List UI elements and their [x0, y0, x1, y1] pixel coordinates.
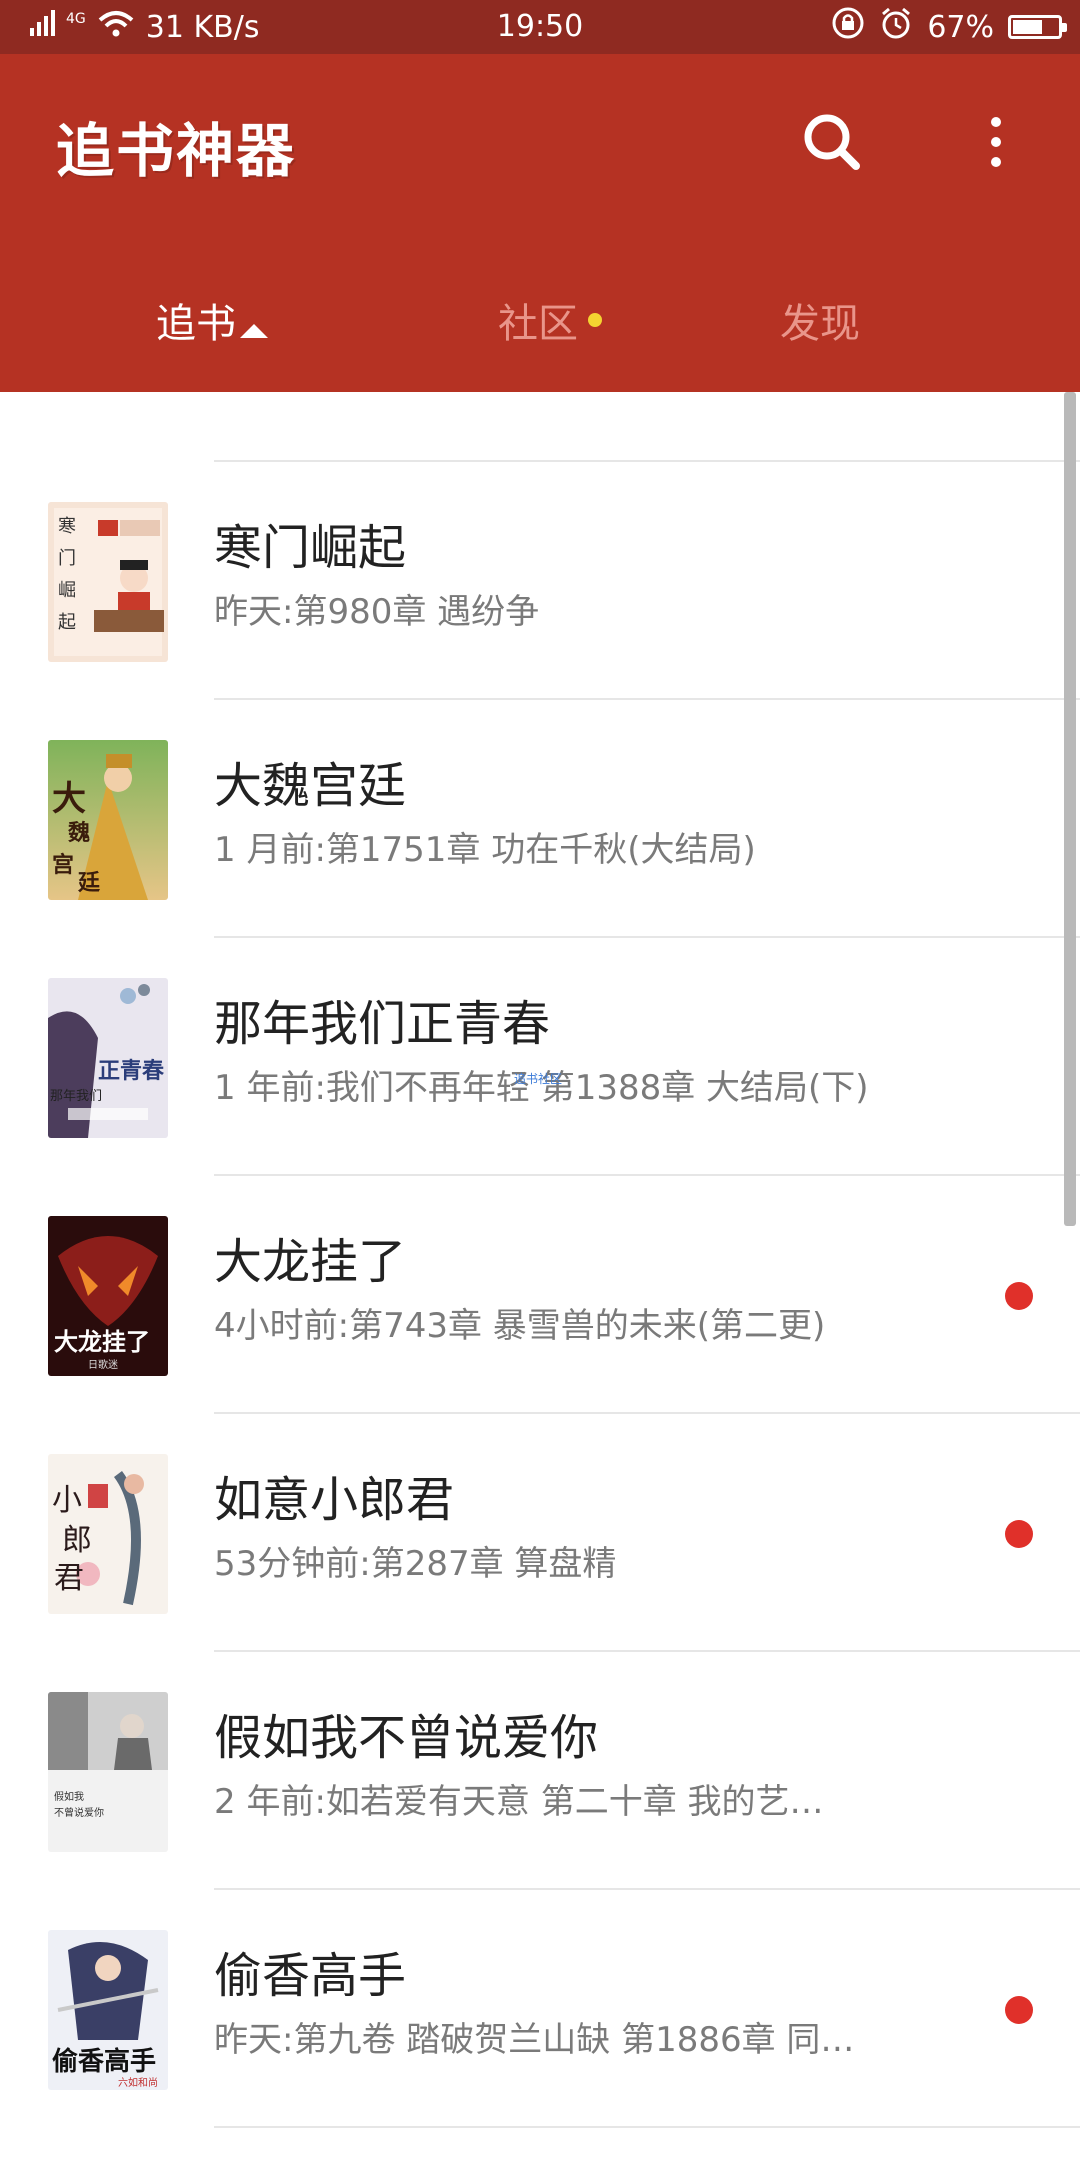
book-cover: 大 魏 宫 廷: [48, 740, 168, 900]
book-latest-chapter: 4小时前:第743章 暴雪兽的未来(第二更): [214, 1306, 826, 1346]
book-title: 寒门崛起: [214, 520, 407, 576]
book-cover: 大龙挂了 日歌迷: [48, 1216, 168, 1376]
tab-bar: 追书 社区 发现: [0, 284, 1080, 384]
book-title: 大龙挂了: [214, 1234, 407, 1290]
svg-text:廷: 廷: [77, 871, 101, 896]
unread-indicator: [1005, 1282, 1033, 1310]
book-title: 那年我们正青春: [214, 996, 551, 1052]
svg-text:那年我们: 那年我们: [50, 1089, 102, 1104]
battery-percent: 67%: [927, 9, 994, 45]
alarm-icon: [879, 6, 913, 48]
book-latest-chapter: 昨天:第980章 遇纷争: [214, 592, 540, 632]
status-bar: 4G 31 KB/s 19:50 67%: [0, 0, 1080, 54]
book-row[interactable]: 偷香高手 六如和尚 偷香高手 昨天:第九卷 踏破贺兰山缺 第1886章 同…: [0, 1890, 1080, 2128]
svg-text:郎: 郎: [62, 1523, 92, 1558]
book-cover: 正青春 那年我们: [48, 978, 168, 1138]
svg-text:日歌迷: 日歌迷: [88, 1358, 118, 1371]
divider: [214, 2126, 1080, 2128]
battery-icon: [1008, 15, 1067, 39]
tab-label: 追书: [156, 301, 236, 347]
svg-text:宫: 宫: [52, 852, 74, 878]
svg-text:不曾说爱你: 不曾说爱你: [54, 1806, 104, 1819]
status-right: 67%: [831, 6, 1067, 48]
search-icon: [796, 114, 868, 182]
book-title: 如意小郎君: [214, 1472, 455, 1528]
watermark: 追书社区: [514, 1072, 563, 1086]
search-button[interactable]: [796, 106, 868, 178]
book-latest-chapter: 2 年前:如若爱有天意 第二十章 我的艺…: [214, 1782, 824, 1822]
book-list[interactable]: 寒 门 崛 起 寒门崛起 昨天:第980章 遇纷争 大 魏 宫 廷 大魏宫廷 1…: [0, 392, 1080, 2160]
svg-text:小: 小: [52, 1483, 82, 1518]
book-row[interactable]: 小 郎 君 如意小郎君 53分钟前:第287章 算盘精: [0, 1414, 1080, 1652]
tab-community[interactable]: 社区: [430, 284, 670, 364]
svg-text:起: 起: [58, 612, 76, 633]
app-title: 追书神器: [56, 117, 297, 185]
tab-label: 社区: [498, 301, 578, 347]
book-row[interactable]: 假如我 不曾说爱你 假如我不曾说爱你 2 年前:如若爱有天意 第二十章 我的艺…: [0, 1652, 1080, 1890]
tab-label: 发现: [780, 301, 860, 347]
svg-text:偷香高手: 偷香高手: [52, 2046, 156, 2077]
unread-indicator: [1005, 1520, 1033, 1548]
book-row[interactable]: 正青春 那年我们 那年我们正青春 1 年前:我们不再年轻 第1388章 大结局(…: [0, 938, 1080, 1176]
svg-text:大龙挂了: 大龙挂了: [54, 1328, 150, 1356]
rotation-lock-icon: [831, 6, 865, 48]
book-latest-chapter: 53分钟前:第287章 算盘精: [214, 1544, 617, 1584]
unread-indicator: [1005, 1996, 1033, 2024]
svg-text:正青春: 正青春: [98, 1059, 164, 1084]
scrollbar[interactable]: [1064, 392, 1076, 1226]
svg-text:门: 门: [58, 548, 76, 569]
svg-text:大: 大: [52, 779, 86, 819]
book-row[interactable]: 大龙挂了 日歌迷 大龙挂了 4小时前:第743章 暴雪兽的未来(第二更): [0, 1176, 1080, 1414]
battery-fill: [1013, 20, 1042, 34]
book-title: 假如我不曾说爱你: [214, 1710, 599, 1766]
book-latest-chapter: 1 月前:第1751章 功在千秋(大结局): [214, 830, 756, 870]
more-options-button[interactable]: [966, 106, 1026, 178]
book-row[interactable]: 大 魏 宫 廷 大魏宫廷 1 月前:第1751章 功在千秋(大结局): [0, 700, 1080, 938]
svg-text:六如和尚: 六如和尚: [118, 2076, 158, 2089]
app-bar: 追书神器 追书 社区 发现: [0, 54, 1080, 392]
book-row[interactable]: 寒 门 崛 起 寒门崛起 昨天:第980章 遇纷争: [0, 462, 1080, 700]
more-vertical-icon: [966, 117, 1026, 182]
active-tab-indicator: [240, 324, 268, 338]
book-title: 大魏宫廷: [214, 758, 407, 814]
book-latest-chapter: 昨天:第九卷 踏破贺兰山缺 第1886章 同…: [214, 2020, 855, 2060]
svg-text:魏: 魏: [67, 820, 90, 846]
book-cover: 小 郎 君: [48, 1454, 168, 1614]
new-content-dot: [588, 313, 602, 327]
tab-discover[interactable]: 发现: [720, 284, 920, 364]
book-cover: 偷香高手 六如和尚: [48, 1930, 168, 2090]
svg-text:寒: 寒: [58, 516, 76, 537]
book-cover: 寒 门 崛 起: [48, 502, 168, 662]
book-cover: 假如我 不曾说爱你: [48, 1692, 168, 1852]
svg-text:假如我: 假如我: [54, 1790, 84, 1803]
svg-text:君: 君: [54, 1561, 84, 1596]
svg-text:崛: 崛: [58, 580, 76, 601]
book-title: 偷香高手: [214, 1948, 407, 2004]
